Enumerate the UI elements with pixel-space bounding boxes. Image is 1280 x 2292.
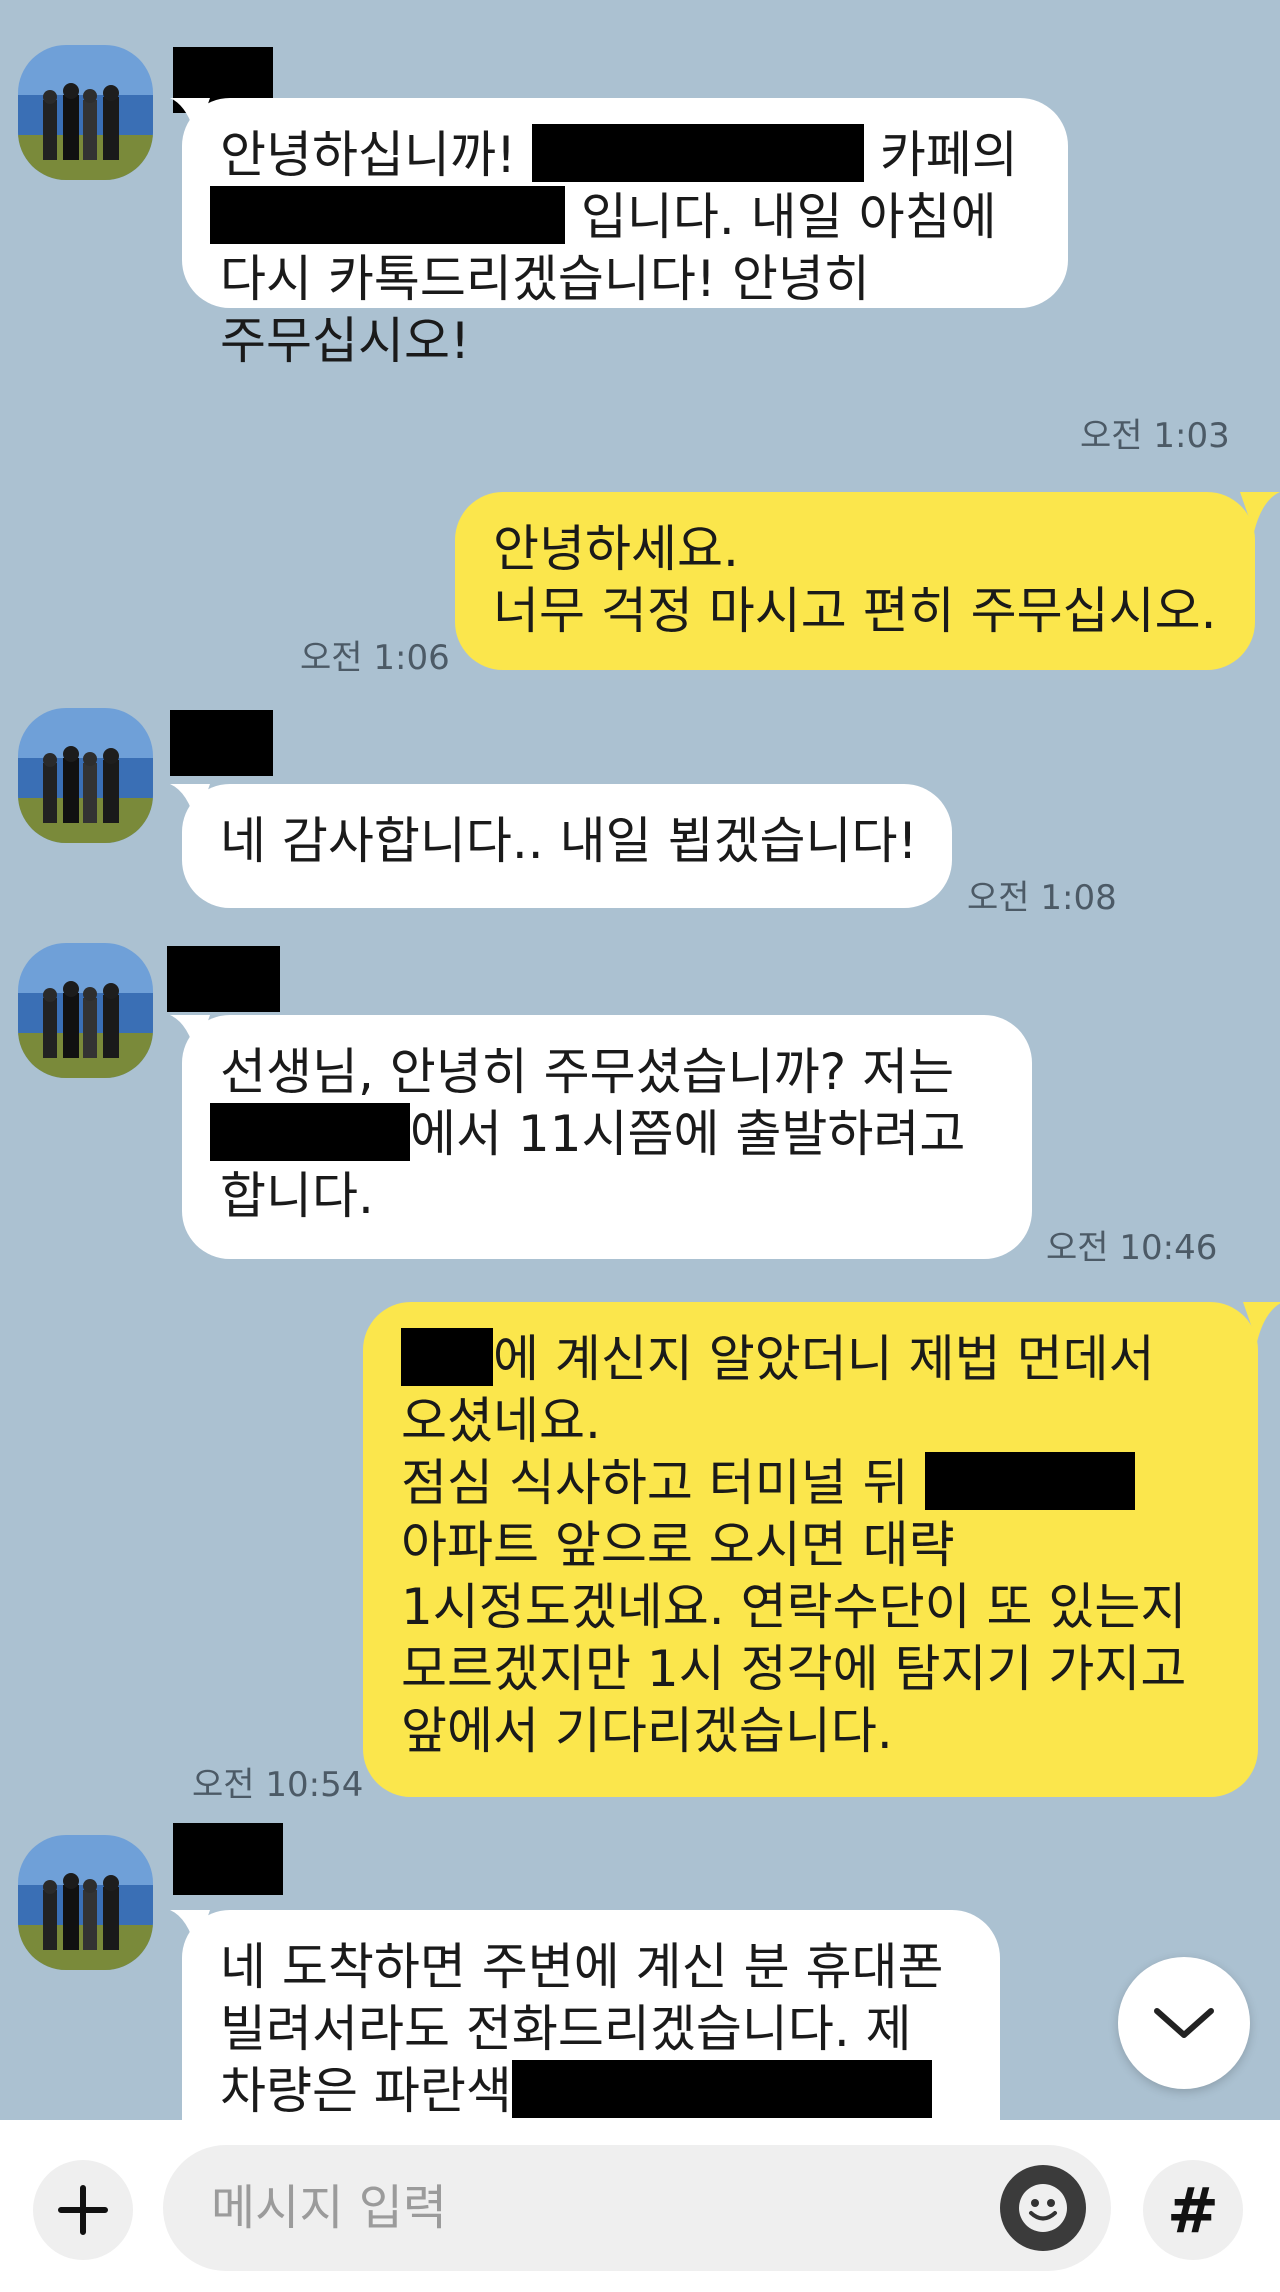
sender-name-redacted (167, 946, 280, 1012)
hashtag-search-button[interactable]: # (1143, 2160, 1243, 2260)
attach-button[interactable] (33, 2160, 133, 2260)
message-bubble[interactable]: 네 감사합니다.. 내일 뵙겠습니다! (182, 784, 952, 908)
message-line: 네 도착하면 주변에 계신 분 휴대폰 (220, 1938, 944, 1996)
message-timestamp: 오전 10:54 (192, 1765, 364, 1805)
message-bubble[interactable]: 안녕하세요. 너무 걱정 마시고 편히 주무십시오. (455, 492, 1255, 670)
chat-area[interactable]: 안녕하십니까! 카페의 입니다. 내일 아침에 다시 카톡드리겠습니다! 안녕히… (0, 0, 1280, 2120)
message-line: 1시정도겠네요. 연락수단이 또 있는지 (401, 1578, 1187, 1636)
message-timestamp: 오전 1:06 (300, 638, 450, 678)
bubble-tail (1243, 1302, 1280, 1342)
message-line: 선생님, 안녕히 주무셨습니까? 저는 (220, 1043, 955, 1101)
message-line: 에서 11시쯤에 출발하려고 (210, 1103, 994, 1165)
message-timestamp: 오전 10:46 (1046, 1228, 1218, 1268)
message-line: 다시 카톡드리겠습니다! 안녕히 (220, 250, 870, 308)
message-bubble[interactable]: 에 계신지 알았더니 제법 먼데서 오셨네요. 점심 식사하고 터미널 뒤 아파… (363, 1302, 1258, 1797)
redacted-block (401, 1328, 493, 1386)
profile-avatar[interactable] (18, 708, 153, 843)
sender-name-redacted (173, 1823, 283, 1895)
message-line: 모르겠지만 1시 정각에 탐지기 가지고 (401, 1640, 1187, 1698)
message-line: 안녕하십니까! 카페의 (220, 124, 1018, 184)
profile-photo (18, 1835, 153, 1970)
bubble-tail (1240, 492, 1280, 532)
message-bubble[interactable]: 네 도착하면 주변에 계신 분 휴대폰 빌려서라도 전화드리겠습니다. 제 차량… (182, 1910, 1000, 2120)
message-line: 차량은 파란색 (220, 2060, 962, 2120)
message-input[interactable]: 메시지 입력 (163, 2145, 1111, 2271)
message-input-placeholder: 메시지 입력 (211, 2180, 448, 2236)
redacted-block (210, 186, 565, 244)
message-line: 아파트 앞으로 오시면 대략 (401, 1516, 955, 1574)
sender-name-redacted (170, 710, 273, 776)
message-timestamp: 오전 1:08 (967, 878, 1117, 918)
profile-photo (18, 708, 153, 843)
redacted-block (531, 124, 864, 182)
message-line: 에 계신지 알았더니 제법 먼데서 (401, 1328, 1220, 1390)
message-line: 너무 걱정 마시고 편히 주무십시오. (493, 582, 1217, 640)
profile-avatar[interactable] (18, 45, 153, 180)
message-timestamp: 오전 1:03 (1080, 416, 1230, 456)
hash-icon: # (1167, 2173, 1219, 2247)
redacted-block (511, 2060, 932, 2118)
message-line: 앞에서 기다리겠습니다. (401, 1702, 893, 1760)
redacted-block (924, 1452, 1135, 1510)
message-line: 주무십시오! (220, 312, 471, 370)
message-line: 네 감사합니다.. 내일 뵙겠습니다! (220, 812, 918, 870)
chevron-down-icon (1154, 2008, 1214, 2038)
plus-icon (58, 2185, 108, 2235)
message-line: 오셨네요. (401, 1392, 601, 1450)
profile-photo (18, 943, 153, 1078)
message-line: 합니다. (220, 1167, 374, 1225)
message-bubble[interactable]: 선생님, 안녕히 주무셨습니까? 저는 에서 11시쯤에 출발하려고 합니다. (182, 1015, 1032, 1259)
emoji-icon (1019, 2184, 1067, 2232)
message-line: 입니다. 내일 아침에 (210, 186, 1030, 248)
scroll-to-bottom-button[interactable] (1118, 1957, 1250, 2089)
redacted-block (210, 1103, 410, 1161)
message-line: 안녕하세요. (493, 520, 739, 578)
profile-avatar[interactable] (18, 1835, 153, 1970)
message-line: 빌려서라도 전화드리겠습니다. 제 (220, 2000, 912, 2058)
message-bubble[interactable]: 안녕하십니까! 카페의 입니다. 내일 아침에 다시 카톡드리겠습니다! 안녕히… (182, 98, 1068, 370)
profile-avatar[interactable] (18, 943, 153, 1078)
emoji-button[interactable] (1000, 2165, 1086, 2251)
message-line: 점심 식사하고 터미널 뒤 (401, 1452, 1220, 1514)
profile-photo (18, 45, 153, 180)
